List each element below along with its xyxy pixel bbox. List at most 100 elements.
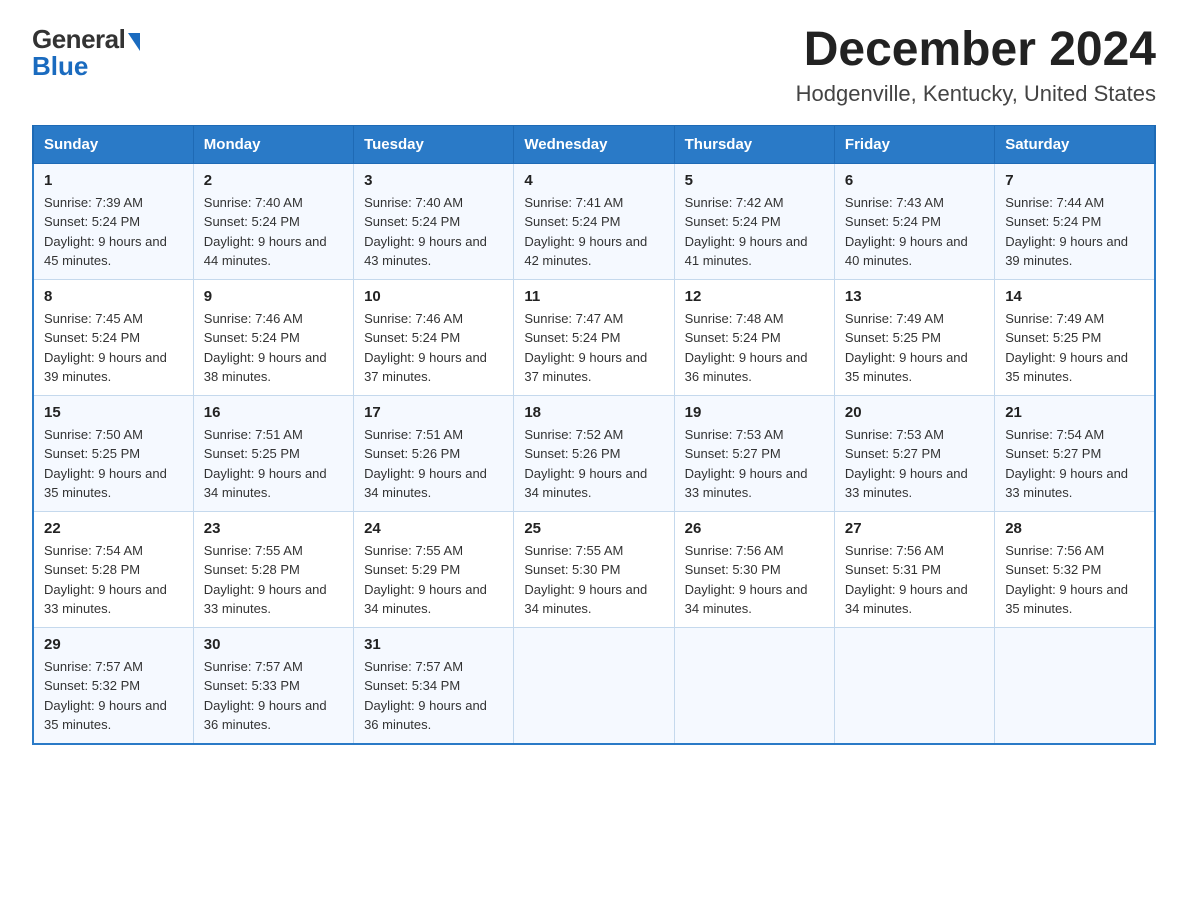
calendar-cell: 26 Sunrise: 7:56 AMSunset: 5:30 PMDaylig…: [674, 511, 834, 627]
day-number: 20: [845, 404, 984, 421]
calendar-cell: 25 Sunrise: 7:55 AMSunset: 5:30 PMDaylig…: [514, 511, 674, 627]
weekday-header-saturday: Saturday: [995, 125, 1155, 163]
calendar-cell: 28 Sunrise: 7:56 AMSunset: 5:32 PMDaylig…: [995, 511, 1155, 627]
week-row-2: 8 Sunrise: 7:45 AMSunset: 5:24 PMDayligh…: [33, 279, 1155, 395]
weekday-header-friday: Friday: [834, 125, 994, 163]
calendar-cell: 17 Sunrise: 7:51 AMSunset: 5:26 PMDaylig…: [354, 395, 514, 511]
day-info: Sunrise: 7:56 AMSunset: 5:31 PMDaylight:…: [845, 543, 968, 617]
calendar-cell: 20 Sunrise: 7:53 AMSunset: 5:27 PMDaylig…: [834, 395, 994, 511]
day-info: Sunrise: 7:53 AMSunset: 5:27 PMDaylight:…: [845, 427, 968, 501]
day-number: 5: [685, 172, 824, 189]
calendar-cell: 4 Sunrise: 7:41 AMSunset: 5:24 PMDayligh…: [514, 163, 674, 279]
day-info: Sunrise: 7:39 AMSunset: 5:24 PMDaylight:…: [44, 195, 167, 269]
logo-blue-text: Blue: [32, 51, 88, 82]
calendar-cell: [514, 627, 674, 744]
calendar-cell: 14 Sunrise: 7:49 AMSunset: 5:25 PMDaylig…: [995, 279, 1155, 395]
calendar-cell: [995, 627, 1155, 744]
logo-arrow-icon: [128, 33, 140, 51]
day-number: 6: [845, 172, 984, 189]
day-number: 28: [1005, 520, 1144, 537]
calendar-cell: 3 Sunrise: 7:40 AMSunset: 5:24 PMDayligh…: [354, 163, 514, 279]
calendar-cell: 5 Sunrise: 7:42 AMSunset: 5:24 PMDayligh…: [674, 163, 834, 279]
day-info: Sunrise: 7:55 AMSunset: 5:30 PMDaylight:…: [524, 543, 647, 617]
weekday-header-monday: Monday: [193, 125, 353, 163]
day-number: 10: [364, 288, 503, 305]
day-info: Sunrise: 7:45 AMSunset: 5:24 PMDaylight:…: [44, 311, 167, 385]
day-info: Sunrise: 7:47 AMSunset: 5:24 PMDaylight:…: [524, 311, 647, 385]
day-info: Sunrise: 7:49 AMSunset: 5:25 PMDaylight:…: [1005, 311, 1128, 385]
calendar-cell: 21 Sunrise: 7:54 AMSunset: 5:27 PMDaylig…: [995, 395, 1155, 511]
day-number: 11: [524, 288, 663, 305]
day-number: 23: [204, 520, 343, 537]
day-info: Sunrise: 7:55 AMSunset: 5:29 PMDaylight:…: [364, 543, 487, 617]
day-info: Sunrise: 7:48 AMSunset: 5:24 PMDaylight:…: [685, 311, 808, 385]
day-info: Sunrise: 7:52 AMSunset: 5:26 PMDaylight:…: [524, 427, 647, 501]
calendar-cell: 11 Sunrise: 7:47 AMSunset: 5:24 PMDaylig…: [514, 279, 674, 395]
week-row-1: 1 Sunrise: 7:39 AMSunset: 5:24 PMDayligh…: [33, 163, 1155, 279]
calendar-cell: 19 Sunrise: 7:53 AMSunset: 5:27 PMDaylig…: [674, 395, 834, 511]
weekday-header-sunday: Sunday: [33, 125, 193, 163]
day-number: 12: [685, 288, 824, 305]
calendar-table: SundayMondayTuesdayWednesdayThursdayFrid…: [32, 125, 1156, 745]
day-info: Sunrise: 7:56 AMSunset: 5:30 PMDaylight:…: [685, 543, 808, 617]
calendar-cell: 6 Sunrise: 7:43 AMSunset: 5:24 PMDayligh…: [834, 163, 994, 279]
page-header: General Blue December 2024 Hodgenville, …: [32, 24, 1156, 107]
day-info: Sunrise: 7:43 AMSunset: 5:24 PMDaylight:…: [845, 195, 968, 269]
day-number: 30: [204, 636, 343, 653]
day-info: Sunrise: 7:46 AMSunset: 5:24 PMDaylight:…: [204, 311, 327, 385]
day-info: Sunrise: 7:42 AMSunset: 5:24 PMDaylight:…: [685, 195, 808, 269]
calendar-cell: 9 Sunrise: 7:46 AMSunset: 5:24 PMDayligh…: [193, 279, 353, 395]
day-number: 16: [204, 404, 343, 421]
day-info: Sunrise: 7:53 AMSunset: 5:27 PMDaylight:…: [685, 427, 808, 501]
day-info: Sunrise: 7:57 AMSunset: 5:33 PMDaylight:…: [204, 659, 327, 733]
day-number: 4: [524, 172, 663, 189]
day-info: Sunrise: 7:57 AMSunset: 5:34 PMDaylight:…: [364, 659, 487, 733]
calendar-cell: [674, 627, 834, 744]
day-number: 2: [204, 172, 343, 189]
calendar-cell: 27 Sunrise: 7:56 AMSunset: 5:31 PMDaylig…: [834, 511, 994, 627]
day-number: 22: [44, 520, 183, 537]
day-info: Sunrise: 7:56 AMSunset: 5:32 PMDaylight:…: [1005, 543, 1128, 617]
day-info: Sunrise: 7:51 AMSunset: 5:25 PMDaylight:…: [204, 427, 327, 501]
day-number: 18: [524, 404, 663, 421]
calendar-cell: 22 Sunrise: 7:54 AMSunset: 5:28 PMDaylig…: [33, 511, 193, 627]
day-number: 3: [364, 172, 503, 189]
calendar-cell: 2 Sunrise: 7:40 AMSunset: 5:24 PMDayligh…: [193, 163, 353, 279]
calendar-cell: 15 Sunrise: 7:50 AMSunset: 5:25 PMDaylig…: [33, 395, 193, 511]
day-number: 26: [685, 520, 824, 537]
day-number: 1: [44, 172, 183, 189]
calendar-cell: [834, 627, 994, 744]
calendar-cell: 24 Sunrise: 7:55 AMSunset: 5:29 PMDaylig…: [354, 511, 514, 627]
day-number: 21: [1005, 404, 1144, 421]
weekday-header-wednesday: Wednesday: [514, 125, 674, 163]
calendar-cell: 31 Sunrise: 7:57 AMSunset: 5:34 PMDaylig…: [354, 627, 514, 744]
calendar-cell: 10 Sunrise: 7:46 AMSunset: 5:24 PMDaylig…: [354, 279, 514, 395]
day-number: 9: [204, 288, 343, 305]
week-row-4: 22 Sunrise: 7:54 AMSunset: 5:28 PMDaylig…: [33, 511, 1155, 627]
day-info: Sunrise: 7:41 AMSunset: 5:24 PMDaylight:…: [524, 195, 647, 269]
calendar-cell: 12 Sunrise: 7:48 AMSunset: 5:24 PMDaylig…: [674, 279, 834, 395]
calendar-cell: 8 Sunrise: 7:45 AMSunset: 5:24 PMDayligh…: [33, 279, 193, 395]
day-info: Sunrise: 7:57 AMSunset: 5:32 PMDaylight:…: [44, 659, 167, 733]
day-number: 24: [364, 520, 503, 537]
day-number: 13: [845, 288, 984, 305]
calendar-cell: 16 Sunrise: 7:51 AMSunset: 5:25 PMDaylig…: [193, 395, 353, 511]
day-info: Sunrise: 7:44 AMSunset: 5:24 PMDaylight:…: [1005, 195, 1128, 269]
day-number: 31: [364, 636, 503, 653]
calendar-subtitle: Hodgenville, Kentucky, United States: [796, 81, 1156, 107]
day-number: 27: [845, 520, 984, 537]
day-number: 17: [364, 404, 503, 421]
day-number: 19: [685, 404, 824, 421]
day-info: Sunrise: 7:46 AMSunset: 5:24 PMDaylight:…: [364, 311, 487, 385]
weekday-header-row: SundayMondayTuesdayWednesdayThursdayFrid…: [33, 125, 1155, 163]
day-number: 29: [44, 636, 183, 653]
day-number: 25: [524, 520, 663, 537]
weekday-header-thursday: Thursday: [674, 125, 834, 163]
calendar-cell: 7 Sunrise: 7:44 AMSunset: 5:24 PMDayligh…: [995, 163, 1155, 279]
calendar-cell: 13 Sunrise: 7:49 AMSunset: 5:25 PMDaylig…: [834, 279, 994, 395]
calendar-cell: 18 Sunrise: 7:52 AMSunset: 5:26 PMDaylig…: [514, 395, 674, 511]
week-row-5: 29 Sunrise: 7:57 AMSunset: 5:32 PMDaylig…: [33, 627, 1155, 744]
day-number: 7: [1005, 172, 1144, 189]
calendar-cell: 29 Sunrise: 7:57 AMSunset: 5:32 PMDaylig…: [33, 627, 193, 744]
day-number: 15: [44, 404, 183, 421]
